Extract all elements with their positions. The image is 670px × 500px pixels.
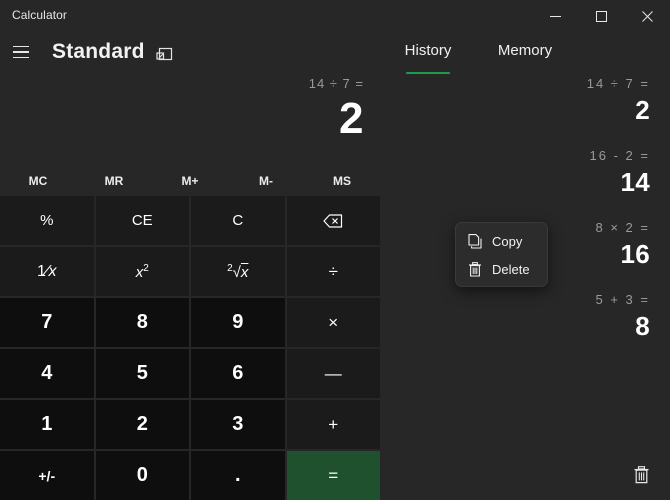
hamburger-menu-button[interactable] bbox=[6, 38, 36, 66]
maximize-button[interactable] bbox=[578, 0, 624, 32]
key-square[interactable]: x2 bbox=[96, 247, 190, 296]
key-percent-label: % bbox=[40, 212, 53, 229]
window-title: Calculator bbox=[12, 8, 67, 22]
key-square-root[interactable]: 2√x bbox=[191, 247, 285, 296]
history-result: 14 bbox=[392, 167, 650, 198]
history-result: 8 bbox=[392, 311, 650, 342]
key-backspace[interactable] bbox=[287, 196, 381, 245]
key-square-root-label: 2√x bbox=[227, 263, 248, 281]
key-clear-entry[interactable]: CE bbox=[96, 196, 190, 245]
key-equals[interactable]: = bbox=[287, 451, 381, 500]
calculator-window: Calculator Standard bbox=[0, 0, 670, 500]
context-menu-item-copy-label: Copy bbox=[492, 234, 522, 249]
trash-icon bbox=[633, 466, 650, 484]
display-result: 2 bbox=[339, 94, 364, 144]
history-expression: 16 - 2 = bbox=[392, 148, 650, 163]
keypad-grid: % CE C 1⁄x x2 2√x ÷ 7 bbox=[0, 196, 380, 500]
title-bar: Calculator bbox=[0, 0, 670, 32]
key-eight[interactable]: 8 bbox=[96, 298, 190, 347]
key-subtract[interactable]: — bbox=[287, 349, 381, 398]
hamburger-icon-line bbox=[13, 57, 29, 59]
key-add-label: + bbox=[328, 415, 338, 435]
key-one[interactable]: 1 bbox=[0, 400, 94, 449]
key-percent[interactable]: % bbox=[0, 196, 94, 245]
key-five[interactable]: 5 bbox=[96, 349, 190, 398]
key-five-label: 5 bbox=[137, 362, 148, 385]
copy-icon bbox=[467, 234, 482, 249]
key-four-label: 4 bbox=[41, 362, 52, 385]
context-menu: Copy Delete bbox=[455, 222, 548, 287]
key-two-label: 2 bbox=[137, 413, 148, 436]
key-clear-entry-label: CE bbox=[132, 212, 153, 229]
close-icon bbox=[642, 11, 653, 22]
key-divide-label: ÷ bbox=[329, 262, 338, 282]
key-decimal[interactable]: . bbox=[191, 451, 285, 500]
keep-on-top-icon bbox=[156, 47, 173, 62]
memory-clear-button[interactable]: MC bbox=[0, 168, 76, 194]
key-three[interactable]: 3 bbox=[191, 400, 285, 449]
key-seven-label: 7 bbox=[41, 311, 52, 334]
key-reciprocal-label: 1⁄x bbox=[37, 263, 57, 281]
key-negate[interactable]: +/- bbox=[0, 451, 94, 500]
key-three-label: 3 bbox=[232, 413, 243, 436]
key-decimal-label: . bbox=[235, 464, 241, 487]
memory-recall-button[interactable]: MR bbox=[76, 168, 152, 194]
clear-history-button[interactable] bbox=[626, 460, 656, 490]
page-title: Standard bbox=[52, 40, 145, 64]
key-negate-label: +/- bbox=[38, 468, 55, 484]
memory-add-button[interactable]: M+ bbox=[152, 168, 228, 194]
key-square-label: x2 bbox=[136, 263, 149, 281]
calculator-display: 14 ÷ 7 = 2 bbox=[0, 66, 380, 160]
history-result: 2 bbox=[392, 95, 650, 126]
key-six-label: 6 bbox=[232, 362, 243, 385]
context-menu-item-copy[interactable]: Copy bbox=[456, 227, 547, 255]
trash-icon bbox=[467, 262, 482, 277]
memory-buttons-row: MC MR M+ M- MS bbox=[0, 168, 380, 194]
minimize-button[interactable] bbox=[532, 0, 578, 32]
display-expression: 14 ÷ 7 = bbox=[309, 76, 364, 91]
key-add[interactable]: + bbox=[287, 400, 381, 449]
hamburger-icon-line bbox=[13, 51, 29, 53]
key-seven[interactable]: 7 bbox=[0, 298, 94, 347]
tab-history-label: History bbox=[405, 42, 452, 59]
key-clear[interactable]: C bbox=[191, 196, 285, 245]
close-button[interactable] bbox=[624, 0, 670, 32]
keep-on-top-button[interactable] bbox=[152, 43, 176, 65]
key-one-label: 1 bbox=[41, 413, 52, 436]
history-item[interactable]: 14 ÷ 7 = 2 bbox=[380, 66, 670, 138]
key-subtract-label: — bbox=[325, 364, 342, 384]
memory-subtract-button[interactable]: M- bbox=[228, 168, 304, 194]
key-nine[interactable]: 9 bbox=[191, 298, 285, 347]
history-item[interactable]: 16 - 2 = 14 bbox=[380, 138, 670, 210]
context-menu-item-delete[interactable]: Delete bbox=[456, 255, 547, 283]
backspace-icon bbox=[323, 214, 343, 228]
key-zero-label: 0 bbox=[137, 464, 148, 487]
hamburger-icon-line bbox=[13, 46, 29, 48]
key-multiply-label: × bbox=[328, 313, 338, 333]
key-reciprocal[interactable]: 1⁄x bbox=[0, 247, 94, 296]
key-two[interactable]: 2 bbox=[96, 400, 190, 449]
history-expression: 5 + 3 = bbox=[392, 292, 650, 307]
memory-store-button[interactable]: MS bbox=[304, 168, 380, 194]
key-multiply[interactable]: × bbox=[287, 298, 381, 347]
key-eight-label: 8 bbox=[137, 311, 148, 334]
minimize-icon bbox=[550, 11, 561, 22]
key-four[interactable]: 4 bbox=[0, 349, 94, 398]
tab-memory-label: Memory bbox=[498, 42, 552, 59]
maximize-icon bbox=[596, 11, 607, 22]
key-nine-label: 9 bbox=[232, 311, 243, 334]
history-item[interactable]: 5 + 3 = 8 bbox=[380, 282, 670, 354]
key-clear-label: C bbox=[232, 212, 243, 229]
key-equals-label: = bbox=[328, 466, 338, 486]
history-expression: 14 ÷ 7 = bbox=[392, 76, 650, 91]
key-zero[interactable]: 0 bbox=[96, 451, 190, 500]
context-menu-item-delete-label: Delete bbox=[492, 262, 530, 277]
key-six[interactable]: 6 bbox=[191, 349, 285, 398]
key-divide[interactable]: ÷ bbox=[287, 247, 381, 296]
